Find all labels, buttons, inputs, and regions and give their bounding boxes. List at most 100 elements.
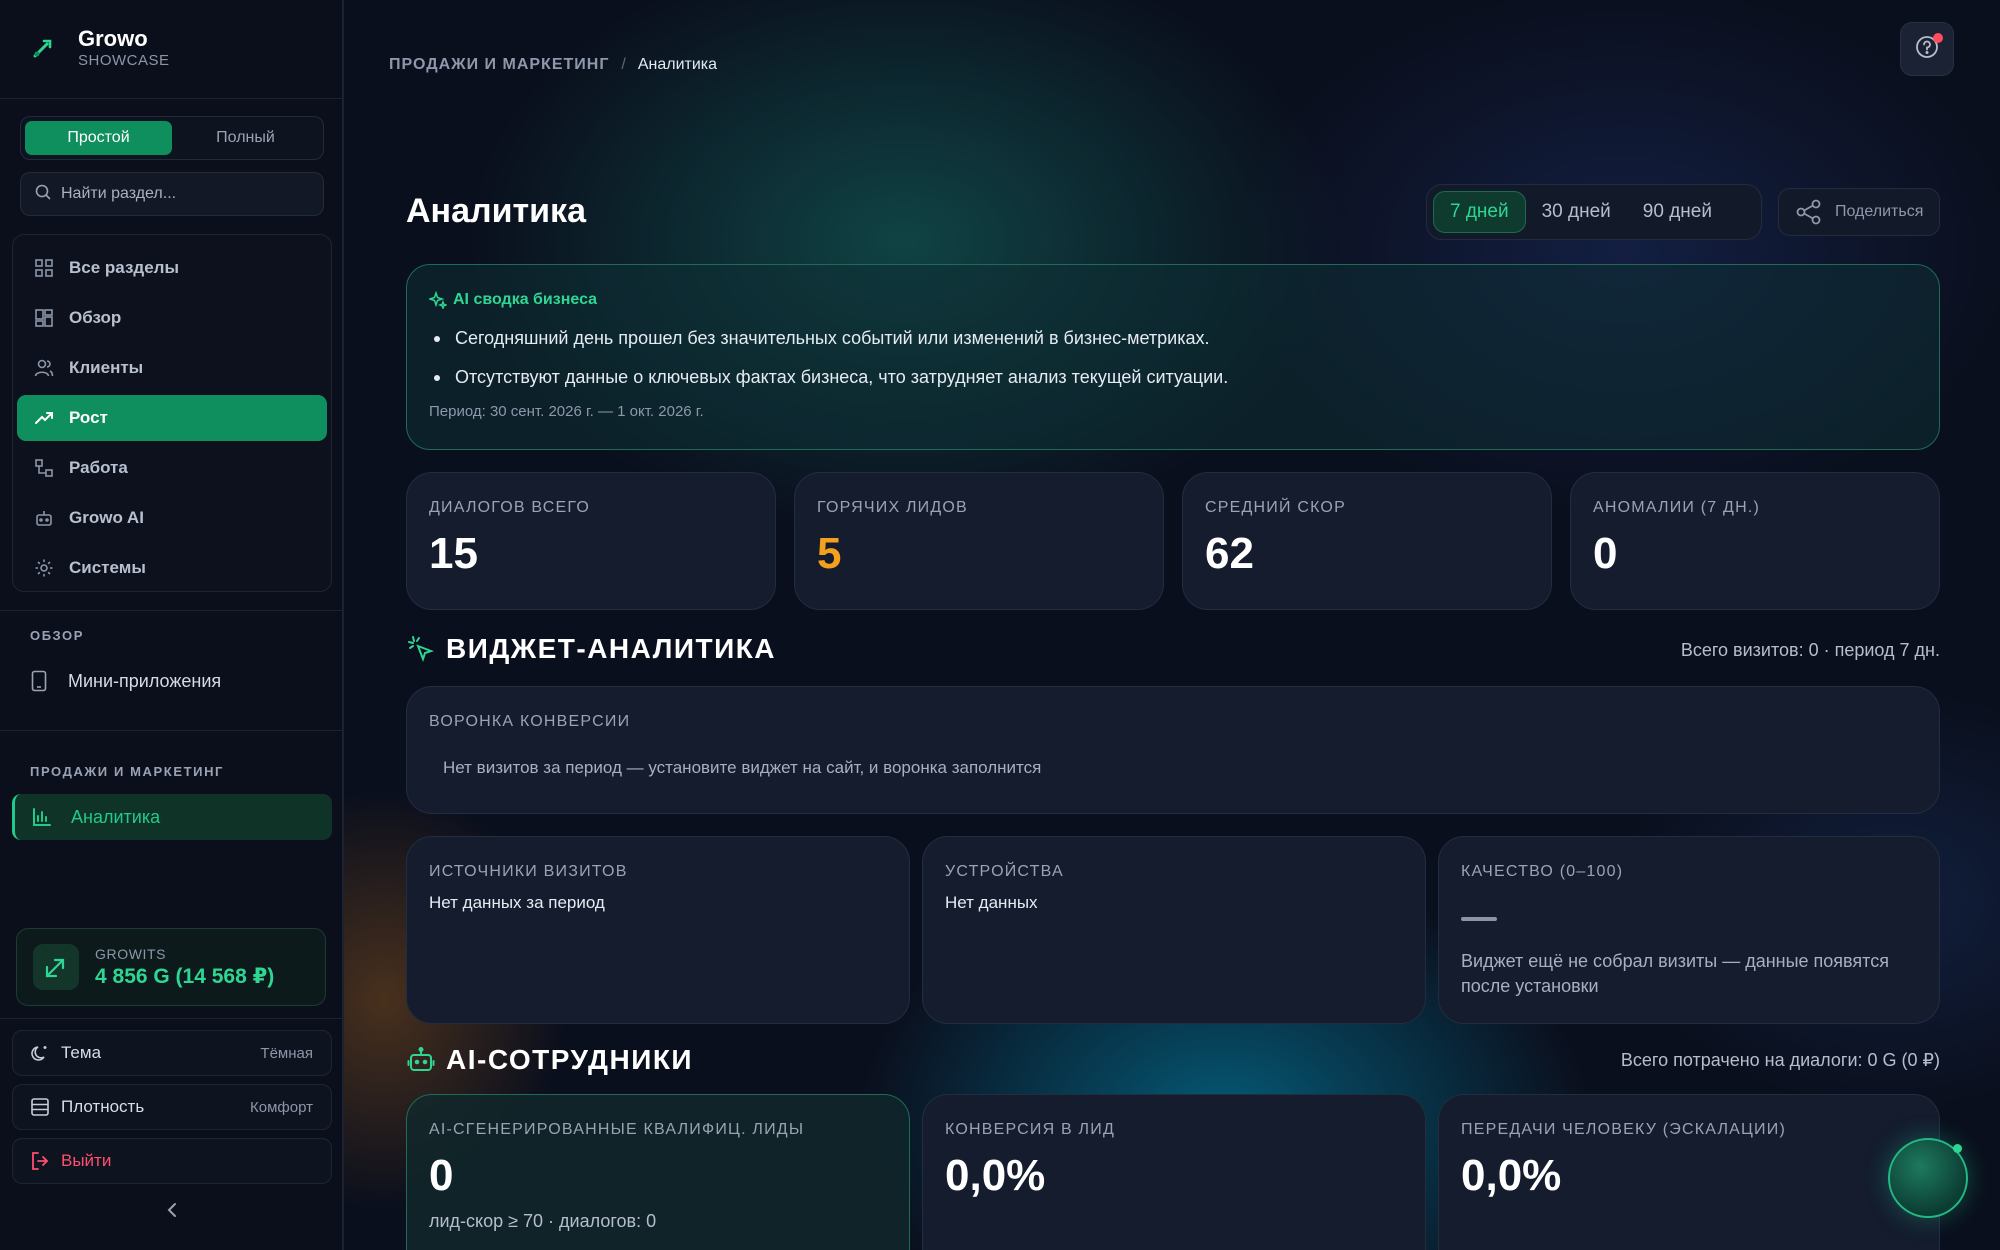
mode-full-button[interactable]: Полный — [172, 121, 319, 155]
share-button[interactable]: Поделиться — [1778, 188, 1940, 236]
kpi-card-anomalies: АНОМАЛИИ (7 ДН.) 0 — [1570, 472, 1940, 610]
chevron-left-icon — [166, 1201, 178, 1224]
growits-value: 4 856 G (14 568 ₽) — [95, 964, 275, 988]
sidebar-item-overview[interactable]: Обзор — [17, 295, 327, 341]
card-empty-text: Нет данных за период — [429, 893, 605, 912]
logout-label: Выйти — [61, 1151, 112, 1170]
sidebar-item-label: Клиенты — [69, 358, 144, 377]
card-label: КОНВЕРСИЯ В ЛИД — [945, 1121, 1115, 1138]
theme-setting[interactable]: Тема Тёмная — [12, 1030, 332, 1076]
brand[interactable]: Growo SHOWCASE — [28, 26, 170, 70]
card-subtext: лид-скор ≥ 70 · диалогов: 0 — [429, 1211, 657, 1231]
search-input[interactable] — [61, 185, 301, 203]
trending-up-icon — [33, 407, 55, 429]
density-setting[interactable]: Плотность Комфорт — [12, 1084, 332, 1130]
main-content: ПРОДАЖИ И МАРКЕТИНГ / Аналитика Аналитик… — [344, 0, 2000, 1250]
kpi-card-avg-score: СРЕДНИЙ СКОР 62 — [1182, 472, 1552, 610]
sidebar-item-label: Рост — [69, 408, 108, 427]
bar-chart-icon — [31, 806, 53, 828]
sidebar-item-label: Все разделы — [69, 258, 179, 277]
sidebar-item-work[interactable]: Работа — [17, 445, 327, 491]
range-90-days-button[interactable]: 90 дней — [1627, 191, 1728, 233]
lead-conversion-card: КОНВЕРСИЯ В ЛИД 0,0% — [922, 1094, 1426, 1250]
sidebar-item-label: Growo AI — [69, 508, 144, 527]
kpi-card-dialogs: ДИАЛОГОВ ВСЕГО 15 — [406, 472, 776, 610]
density-value: Комфорт — [250, 1098, 313, 1116]
section-search — [20, 172, 324, 216]
density-icon — [29, 1096, 51, 1118]
robot-icon — [406, 1045, 436, 1075]
growits-label: GROWITS — [95, 945, 167, 962]
ai-summary-bullet: Сегодняшний день прошел без значительных… — [429, 319, 1917, 358]
grid-icon — [33, 257, 55, 279]
card-label: ПЕРЕДАЧИ ЧЕЛОВЕКУ (ЭСКАЛАЦИИ) — [1461, 1121, 1786, 1138]
card-label: КАЧЕСТВО (0–100) — [1461, 863, 1624, 880]
kpi-card-hot-leads: ГОРЯЧИХ ЛИДОВ 5 — [794, 472, 1164, 610]
card-value: 0,0% — [945, 1151, 1046, 1200]
brand-subtitle: SHOWCASE — [78, 52, 170, 69]
period-selector: 7 дней 30 дней 90 дней — [1426, 184, 1762, 240]
sidebar-item-growth[interactable]: Рост — [17, 395, 327, 441]
range-7-days-button[interactable]: 7 дней — [1433, 191, 1526, 233]
share-label: Поделиться — [1835, 203, 1924, 220]
card-label: ИСТОЧНИКИ ВИЗИТОВ — [429, 863, 628, 880]
search-icon — [35, 184, 51, 205]
sidebar-item-systems[interactable]: Системы — [17, 545, 327, 591]
kpi-label: ГОРЯЧИХ ЛИДОВ — [817, 499, 968, 516]
sidebar: Growo SHOWCASE Простой Полный Все раздел… — [0, 0, 344, 1250]
logout-icon — [29, 1150, 51, 1172]
ai-summary-title: AI сводка бизнеса — [453, 291, 598, 308]
notification-dot — [1933, 33, 1943, 43]
growits-icon — [33, 944, 79, 990]
card-empty-text: Нет данных — [945, 893, 1038, 912]
ai-section-header: AI-СОТРУДНИКИ — [406, 1044, 693, 1076]
brand-name: Growo — [78, 26, 148, 51]
overview-section-title: ОБЗОР — [30, 628, 85, 643]
mode-simple-button[interactable]: Простой — [25, 121, 172, 155]
visit-sources-card: ИСТОЧНИКИ ВИЗИТОВ Нет данных за период — [406, 836, 910, 1024]
assistant-orb-button[interactable] — [1888, 1138, 1968, 1218]
divider — [0, 1018, 342, 1019]
gear-icon — [33, 557, 55, 579]
growits-balance[interactable]: GROWITS 4 856 G (14 568 ₽) — [16, 928, 326, 1006]
range-30-days-button[interactable]: 30 дней — [1526, 191, 1627, 233]
sidebar-item-analytics[interactable]: Аналитика — [12, 794, 332, 840]
kpi-label: АНОМАЛИИ (7 ДН.) — [1593, 499, 1761, 516]
sparkles-icon — [429, 291, 447, 309]
quality-empty-text: Виджет ещё не собрал визиты — данные поя… — [1461, 951, 1889, 996]
sidebar-item-mini-apps[interactable]: Мини-приложения — [12, 658, 332, 704]
dashboard-icon — [33, 307, 55, 329]
card-label: AI-СГЕНЕРИРОВАННЫЕ КВАЛИФИЦ. ЛИДЫ — [429, 1121, 805, 1138]
kpi-label: ДИАЛОГОВ ВСЕГО — [429, 499, 591, 516]
escalations-card: ПЕРЕДАЧИ ЧЕЛОВЕКУ (ЭСКАЛАЦИИ) 0,0% — [1438, 1094, 1940, 1250]
sidebar-item-label: Обзор — [69, 308, 122, 327]
kpi-value: 5 — [817, 529, 842, 578]
sidebar-item-label: Системы — [69, 558, 146, 577]
kpi-value: 15 — [429, 529, 478, 578]
sidebar-item-growo-ai[interactable]: Growo AI — [17, 495, 327, 541]
sidebar-item-clients[interactable]: Клиенты — [17, 345, 327, 391]
sidebar-item-all-sections[interactable]: Все разделы — [17, 245, 327, 291]
collapse-sidebar-button[interactable] — [160, 1200, 184, 1224]
theme-icon — [29, 1042, 51, 1064]
breadcrumb: ПРОДАЖИ И МАРКЕТИНГ / Аналитика — [389, 56, 717, 74]
card-label: ВОРОНКА КОНВЕРСИИ — [429, 713, 631, 730]
kpi-label: СРЕДНИЙ СКОР — [1205, 499, 1346, 516]
ai-summary-card: AI сводка бизнеса Сегодняшний день проше… — [406, 264, 1940, 450]
logout-button[interactable]: Выйти — [12, 1138, 332, 1184]
widget-section-title: ВИДЖЕТ-АНАЛИТИКА — [446, 633, 777, 664]
density-label: Плотность — [61, 1097, 145, 1116]
card-value: 0,0% — [1461, 1151, 1562, 1200]
divider — [0, 730, 342, 731]
breadcrumb-parent[interactable]: ПРОДАЖИ И МАРКЕТИНГ — [389, 56, 609, 74]
kpi-value: 62 — [1205, 529, 1254, 578]
nav-group: Все разделы Обзор Клиенты Рост Работа Gr… — [12, 234, 332, 592]
conversion-funnel-card: ВОРОНКА КОНВЕРСИИ Нет визитов за период … — [406, 686, 1940, 814]
theme-value: Тёмная — [260, 1044, 313, 1062]
theme-label: Тема — [61, 1043, 102, 1062]
sidebar-item-label: Работа — [69, 458, 128, 477]
status-dot — [1953, 1144, 1962, 1153]
breadcrumb-separator: / — [621, 56, 626, 73]
help-button[interactable] — [1900, 22, 1954, 76]
sidebar-item-label: Мини-приложения — [68, 670, 222, 691]
